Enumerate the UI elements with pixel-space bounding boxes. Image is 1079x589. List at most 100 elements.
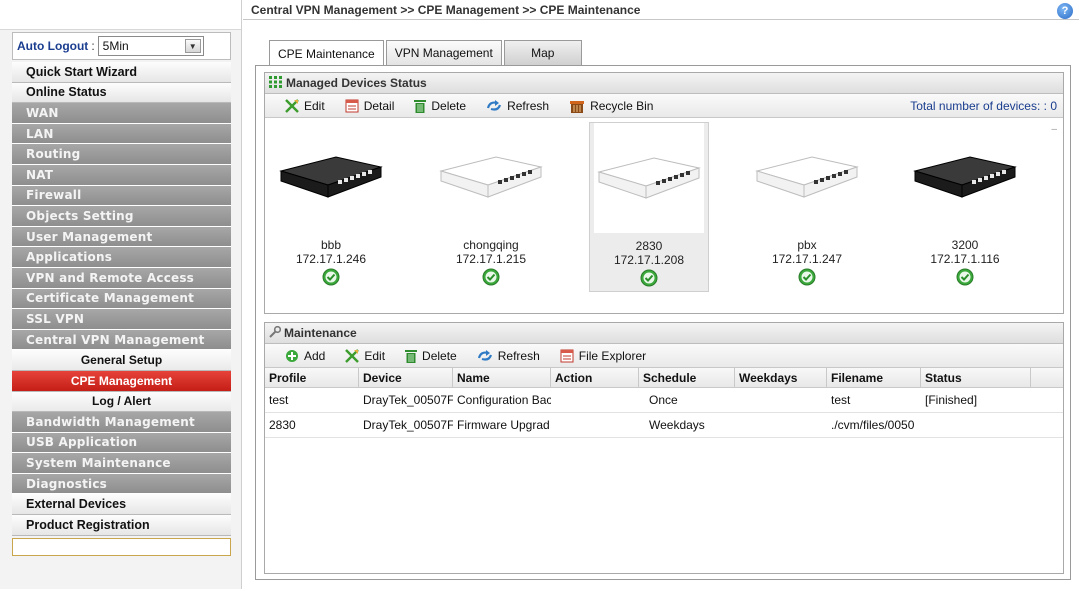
sidebar-item-external-devices[interactable]: External Devices (12, 494, 231, 516)
sidebar-item-applications[interactable]: Applications (12, 247, 231, 268)
device-card[interactable]: 3200 172.17.1.116 (905, 122, 1025, 292)
sidebar-item-firewall[interactable]: Firewall (12, 185, 231, 207)
total-devices-count: Total number of devices: : 0 (910, 99, 1057, 113)
cell-name: Configuration Bac (457, 393, 551, 407)
auto-logout-select[interactable]: 5Min ▼ (97, 36, 204, 56)
grid-icon (269, 75, 283, 91)
router-image (431, 122, 551, 232)
edit-maintenance-label: Edit (364, 348, 386, 363)
sidebar-item-objects-setting[interactable]: Objects Setting (12, 206, 231, 227)
detail-button[interactable]: Detail (345, 99, 394, 113)
file-explorer-button[interactable]: File Explorer (560, 349, 646, 363)
maintenance-panel: Maintenance Add Edit Delete Refresh File… (264, 322, 1064, 574)
maintenance-title-text: Maintenance (284, 326, 357, 340)
column-header-status[interactable]: Status (921, 368, 1031, 387)
sidebar-item-cpe-management[interactable]: CPE Management (12, 370, 231, 392)
main-menu: Quick Start Wizard Online Status WAN LAN Rou… (12, 62, 231, 536)
device-card[interactable]: bbb 172.17.1.246 (271, 122, 391, 292)
tab-content-frame: Managed Devices Status Edit Detail Delet… (255, 65, 1071, 580)
column-header-action[interactable]: Action (551, 368, 639, 387)
recycle-bin-icon (569, 99, 585, 113)
column-header-name[interactable]: Name (453, 368, 551, 387)
managed-devices-toolbar: Edit Detail Delete Refresh Recycle Bin T… (265, 94, 1063, 118)
sidebar-item-quick-start-wizard[interactable]: Quick Start Wizard (12, 62, 231, 83)
refresh-icon (477, 349, 493, 363)
refresh-devices-button[interactable]: Refresh (486, 99, 549, 113)
device-ip: 172.17.1.246 (295, 252, 367, 266)
sidebar-item-vpn-and-remote-access[interactable]: VPN and Remote Access (12, 267, 231, 289)
tab-vpn-management[interactable]: VPN Management (385, 40, 502, 65)
refresh-devices-label: Refresh (507, 98, 550, 113)
detail-icon (345, 99, 359, 113)
maintenance-title: Maintenance (265, 323, 1063, 344)
maintenance-toolbar: Add Edit Delete Refresh File Explorer (265, 344, 1063, 368)
sidebar-item-diagnostics[interactable]: Diagnostics (12, 473, 231, 495)
trash-icon (405, 349, 418, 363)
delete-device-button[interactable]: Delete (414, 99, 466, 113)
device-name: 2830 (635, 239, 663, 253)
table-row[interactable]: test DrayTek_00507F_ Configuration Bac Once… (265, 388, 1063, 413)
chevron-down-icon[interactable]: ▼ (184, 39, 201, 53)
cell-filename: ./cvm/files/0050 (831, 418, 915, 432)
file-explorer-label: File Explorer (578, 348, 647, 363)
edit-device-label: Edit (304, 98, 325, 113)
sidebar-item-general-setup[interactable]: General Setup (12, 350, 231, 371)
refresh-maintenance-button[interactable]: Refresh (477, 349, 540, 363)
sidebar-item-wan[interactable]: WAN (12, 103, 231, 124)
router-image (747, 122, 867, 232)
sidebar-item-user-management[interactable]: User Management (12, 226, 231, 248)
sidebar-item-product-registration[interactable]: Product Registration (12, 515, 231, 536)
device-name: chongqing (463, 238, 519, 252)
delete-device-label: Delete (431, 98, 467, 113)
menu-footer (12, 537, 231, 556)
edit-icon (285, 98, 299, 113)
add-maintenance-button[interactable]: Add (285, 349, 325, 363)
sidebar-item-nat[interactable]: NAT (12, 164, 231, 186)
device-ip: 172.17.1.215 (455, 252, 527, 266)
refresh-maintenance-label: Refresh (497, 348, 540, 363)
cell-device: DrayTek_00507F_ (363, 418, 453, 432)
delete-maintenance-button[interactable]: Delete (405, 349, 457, 363)
maintenance-table-body: test DrayTek_00507F_ Configuration Bac Once… (265, 388, 1063, 438)
column-header-filename[interactable]: Filename (827, 368, 921, 387)
sidebar-item-certificate-management[interactable]: Certificate Management (12, 288, 231, 310)
sidebar-item-log-alert[interactable]: Log / Alert (12, 391, 231, 413)
device-card[interactable]: 2830 172.17.1.208 (589, 122, 709, 292)
sidebar-item-online-status[interactable]: Online Status (12, 82, 231, 104)
device-ip: 172.17.1.116 (930, 252, 1000, 266)
column-header-profile[interactable]: Profile (265, 368, 359, 387)
cell-profile: 2830 (269, 418, 296, 432)
device-card[interactable]: pbx 172.17.1.247 (747, 122, 867, 292)
device-name: 3200 (951, 238, 979, 252)
sidebar-item-routing[interactable]: Routing (12, 144, 231, 165)
edit-maintenance-button[interactable]: Edit (345, 349, 385, 363)
tab-map[interactable]: Map (503, 40, 582, 65)
cell-schedule: Once (649, 393, 678, 407)
table-row[interactable]: 2830 DrayTek_00507F_ Firmware Upgrad Weekda… (265, 413, 1063, 438)
cell-schedule: Weekdays (649, 418, 705, 432)
sidebar-item-usb-application[interactable]: USB Application (12, 432, 231, 454)
device-name: pbx (797, 238, 817, 252)
auto-logout-label: Auto Logout (17, 39, 89, 53)
device-card[interactable]: chongqing 172.17.1.215 (431, 122, 551, 292)
recycle-bin-button[interactable]: Recycle Bin (569, 99, 653, 113)
maintenance-table: Profile Device Name Action Schedule Weekdays F… (265, 368, 1063, 438)
help-icon[interactable]: ? (1057, 3, 1073, 19)
sidebar-item-bandwidth-management[interactable]: Bandwidth Management (12, 412, 231, 433)
edit-device-button[interactable]: Edit (285, 99, 325, 113)
sidebar-item-central-vpn-management[interactable]: Central VPN Management (12, 329, 231, 351)
device-ip: 172.17.1.208 (613, 253, 685, 267)
scroll-indicator: – (1051, 124, 1057, 135)
edit-icon (345, 348, 360, 363)
device-name: bbb (320, 238, 342, 252)
cell-device: DrayTek_00507F_ (363, 393, 453, 407)
sidebar-item-system-maintenance[interactable]: System Maintenance (12, 453, 231, 474)
column-header-schedule[interactable]: Schedule (639, 368, 735, 387)
tab-cpe-maintenance[interactable]: CPE Maintenance (269, 40, 384, 66)
managed-devices-panel: Managed Devices Status Edit Detail Delet… (264, 72, 1064, 314)
sidebar-item-ssl-vpn[interactable]: SSL VPN (12, 309, 231, 330)
sidebar-item-lan[interactable]: LAN (12, 123, 231, 145)
column-header-weekdays[interactable]: Weekdays (735, 368, 827, 387)
router-image (271, 122, 391, 232)
column-header-device[interactable]: Device (359, 368, 453, 387)
